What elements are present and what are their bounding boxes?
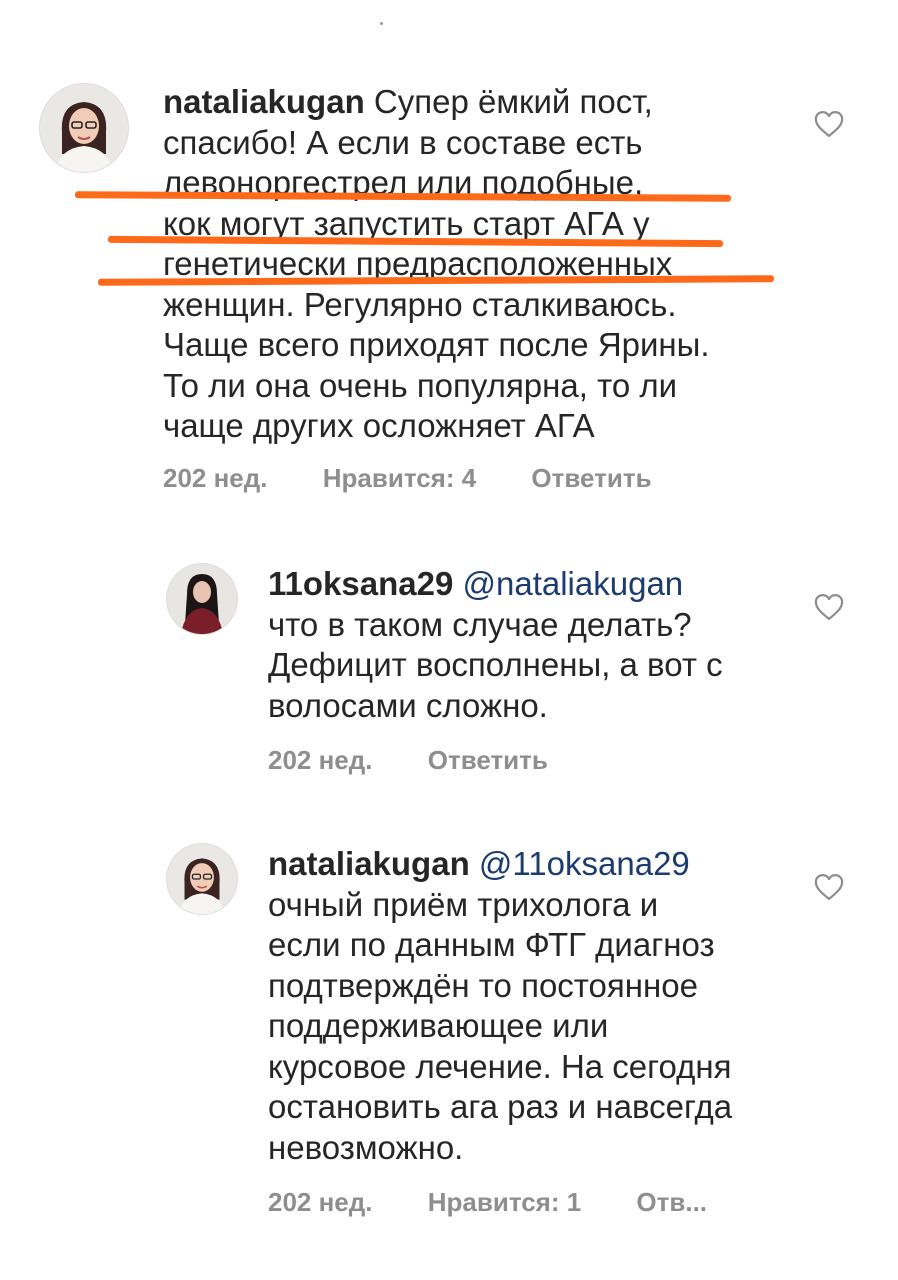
comment-line: что в таком случае делать? [268, 605, 692, 643]
avatar[interactable] [40, 84, 128, 172]
comment-line: волосами сложно. [268, 686, 548, 724]
comment-mention[interactable]: @nataliakugan [463, 565, 684, 602]
comment-time: 202 нед. [163, 463, 268, 493]
reply-button[interactable]: Отв... [636, 1187, 707, 1217]
comment-line: поддерживающее или [268, 1007, 609, 1044]
comment-line: чаще других осложняет АГА [163, 407, 595, 444]
comment-mention[interactable]: @11oksana29 [479, 845, 690, 882]
comment-line: Супер ёмкий пост, [373, 83, 653, 120]
avatar-image [167, 844, 237, 914]
comment-line: Чаще всего приходят после Ярины. [163, 326, 710, 363]
comment-line: невозможно. [268, 1128, 464, 1166]
comment-username[interactable]: nataliakugan [163, 83, 365, 120]
comment-text: 11oksana29 @nataliakugan что в таком слу… [268, 564, 768, 726]
comment-time: 202 нед. [268, 1187, 373, 1217]
comment-line: женщин. Регулярно сталкиваюсь. [163, 285, 677, 323]
heart-icon[interactable] [814, 110, 844, 138]
comment-line: Дефицит восполнены, а вот с [268, 646, 723, 683]
comment-meta: 202 нед. Ответить [268, 745, 596, 776]
comment-meta: 202 нед. Нравится: 4 Ответить [163, 463, 700, 494]
avatar[interactable] [167, 844, 237, 914]
comment-line: если по данным ФТГ диагноз [268, 926, 715, 963]
comment-line: курсовое лечение. На сегодня [268, 1047, 732, 1085]
avatar[interactable] [167, 564, 237, 634]
comment-username[interactable]: nataliakugan [268, 845, 470, 882]
heart-icon[interactable] [814, 593, 844, 621]
comment-likes[interactable]: Нравится: 1 [428, 1187, 581, 1217]
comment-likes[interactable]: Нравится: 4 [323, 463, 476, 493]
comment-line: очный приём трихолога и [268, 885, 659, 923]
comment-username[interactable]: 11oksana29 [268, 565, 453, 602]
top-indicator-dot [380, 22, 383, 25]
avatar-image [167, 564, 237, 634]
comment-meta: 202 нед. Нравится: 1 Отв... [268, 1187, 755, 1218]
comment-text: nataliakugan @11oksana29 очный приём три… [268, 844, 778, 1168]
comment-text: nataliakugan Супер ёмкий пост, спасибо! … [163, 82, 763, 447]
comment-time: 202 нед. [268, 745, 373, 775]
reply-button[interactable]: Ответить [531, 463, 651, 493]
comment-line: То ли она очень популярна, то ли [163, 366, 678, 404]
heart-icon[interactable] [814, 873, 844, 901]
avatar-image [40, 84, 128, 172]
comment-line: подтверждён то постоянное [268, 966, 698, 1004]
comment-line: спасибо! А если в составе есть [163, 123, 643, 161]
reply-button[interactable]: Ответить [428, 745, 548, 775]
comment-line: остановить ага раз и навсегда [268, 1088, 733, 1125]
